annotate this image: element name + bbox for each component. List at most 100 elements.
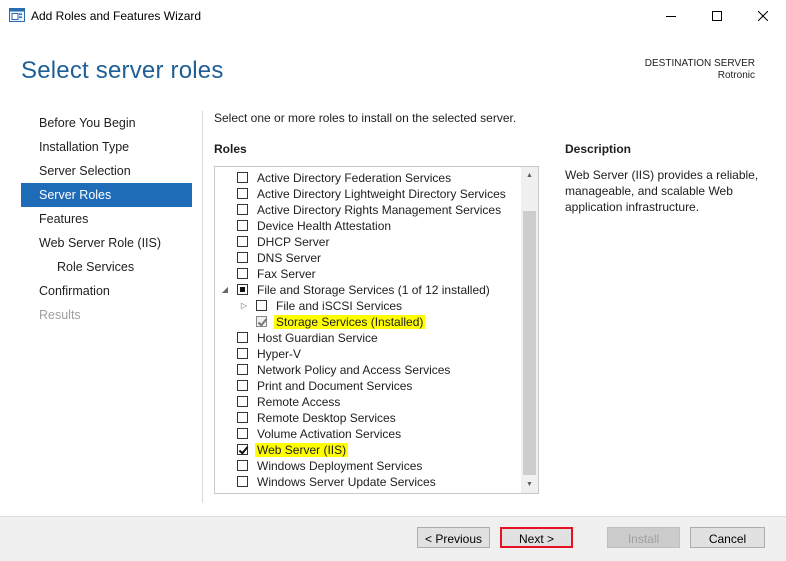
- role-checkbox[interactable]: [237, 172, 248, 183]
- nav-item-web-server-role-iis[interactable]: Web Server Role (IIS): [21, 231, 192, 255]
- role-row[interactable]: Active Directory Lightweight Directory S…: [215, 186, 521, 202]
- role-label-wrap: File and Storage Services (1 of 12 insta…: [257, 282, 490, 298]
- role-label-wrap: Active Directory Lightweight Directory S…: [257, 186, 506, 202]
- nav-item-role-services[interactable]: Role Services: [21, 255, 192, 279]
- nav-item-server-roles[interactable]: Server Roles: [21, 183, 192, 207]
- destination-label: DESTINATION SERVER: [644, 58, 755, 69]
- role-row[interactable]: Web Server (IIS): [215, 442, 521, 458]
- role-label: Network Policy and Access Services: [257, 363, 451, 377]
- role-checkbox[interactable]: [237, 332, 248, 343]
- wizard-nav: Before You Begin Installation Type Server …: [21, 111, 192, 327]
- triangle-up-icon: ▲: [526, 172, 533, 179]
- nav-item-results: Results: [39, 308, 81, 322]
- role-checkbox[interactable]: [237, 204, 248, 215]
- role-checkbox[interactable]: [237, 380, 248, 391]
- destination-server-name: Rotronic: [717, 70, 755, 81]
- role-label-wrap: Network Policy and Access Services: [257, 362, 450, 378]
- role-label-wrap: Remote Access: [257, 394, 340, 410]
- role-row[interactable]: Windows Server Update Services: [215, 474, 521, 490]
- role-label-wrap: File and iSCSI Services: [276, 298, 402, 314]
- role-checkbox[interactable]: [237, 364, 248, 375]
- maximize-button[interactable]: [694, 0, 740, 31]
- collapsed-triangle-icon[interactable]: ▷: [239, 298, 249, 314]
- role-row[interactable]: Fax Server: [215, 266, 521, 282]
- role-checkbox[interactable]: [256, 300, 267, 311]
- role-checkbox[interactable]: [237, 444, 248, 455]
- role-checkbox[interactable]: [237, 476, 248, 487]
- role-row[interactable]: Remote Desktop Services: [215, 410, 521, 426]
- nav-item-server-selection[interactable]: Server Selection: [21, 159, 192, 183]
- role-label-wrap: Fax Server: [257, 266, 316, 282]
- role-checkbox[interactable]: [237, 396, 248, 407]
- role-checkbox: [256, 316, 267, 327]
- role-row[interactable]: DNS Server: [215, 250, 521, 266]
- roles-tree: Active Directory Federation Services Acti…: [215, 170, 521, 490]
- role-checkbox[interactable]: [237, 188, 248, 199]
- role-label: Windows Server Update Services: [257, 475, 436, 489]
- server-manager-icon: [9, 8, 25, 22]
- role-checkbox[interactable]: [237, 268, 248, 279]
- role-row[interactable]: Windows Deployment Services: [215, 458, 521, 474]
- role-row[interactable]: Storage Services (Installed): [215, 314, 521, 330]
- role-checkbox[interactable]: [237, 220, 248, 231]
- role-label: Remote Access: [257, 395, 341, 409]
- scroll-down-button[interactable]: ▼: [521, 476, 538, 493]
- nav-item-confirmation[interactable]: Confirmation: [21, 279, 192, 303]
- role-row[interactable]: Device Health Attestation: [215, 218, 521, 234]
- role-row[interactable]: Hyper-V: [215, 346, 521, 362]
- nav-item-features[interactable]: Features: [21, 207, 192, 231]
- role-label-wrap: Device Health Attestation: [257, 218, 391, 234]
- scroll-up-button[interactable]: ▲: [521, 167, 538, 184]
- role-label: Print and Document Services: [257, 379, 413, 393]
- role-row[interactable]: Active Directory Rights Management Servi…: [215, 202, 521, 218]
- role-row[interactable]: Host Guardian Service: [215, 330, 521, 346]
- role-checkbox[interactable]: [237, 460, 248, 471]
- role-checkbox[interactable]: [237, 348, 248, 359]
- role-label-wrap: Active Directory Federation Services: [257, 170, 451, 186]
- role-label: Remote Desktop Services: [257, 411, 396, 425]
- role-checkbox[interactable]: [237, 428, 248, 439]
- role-label: DHCP Server: [257, 235, 330, 249]
- role-row[interactable]: Network Policy and Access Services: [215, 362, 521, 378]
- title-bar: Add Roles and Features Wizard: [0, 0, 786, 31]
- close-icon: [758, 10, 768, 21]
- role-label: Fax Server: [257, 267, 316, 281]
- minimize-button[interactable]: [648, 0, 694, 31]
- window-title: Add Roles and Features Wizard: [31, 9, 202, 23]
- cancel-button[interactable]: Cancel: [690, 527, 765, 548]
- close-button[interactable]: [740, 0, 786, 31]
- role-row[interactable]: Volume Activation Services: [215, 426, 521, 442]
- roles-scrollbar[interactable]: ▲ ▼: [521, 167, 538, 493]
- role-label: Hyper-V: [257, 347, 302, 361]
- role-row[interactable]: Remote Access: [215, 394, 521, 410]
- scroll-thumb[interactable]: [523, 211, 536, 475]
- role-label-wrap: Windows Server Update Services: [257, 474, 436, 490]
- role-label-wrap: Hyper-V: [257, 346, 301, 362]
- role-checkbox[interactable]: [237, 412, 248, 423]
- next-button[interactable]: Next >: [500, 527, 573, 548]
- role-label-wrap: Host Guardian Service: [257, 330, 378, 346]
- maximize-icon: [712, 10, 722, 21]
- instruction-text: Select one or more roles to install on t…: [214, 111, 517, 125]
- role-row[interactable]: ▷ File and iSCSI Services: [215, 298, 521, 314]
- role-checkbox[interactable]: [237, 236, 248, 247]
- nav-divider: [202, 111, 203, 503]
- role-row[interactable]: Print and Document Services: [215, 378, 521, 394]
- role-label-wrap: Web Server (IIS): [255, 442, 349, 458]
- nav-item-before-you-begin[interactable]: Before You Begin: [21, 111, 192, 135]
- expanded-triangle-icon[interactable]: ◢: [220, 282, 230, 298]
- install-button: Install: [607, 527, 680, 548]
- description-heading: Description: [565, 142, 632, 156]
- role-checkbox[interactable]: [237, 284, 248, 295]
- role-row[interactable]: Active Directory Federation Services: [215, 170, 521, 186]
- roles-heading: Roles: [214, 142, 247, 156]
- role-row[interactable]: DHCP Server: [215, 234, 521, 250]
- role-row[interactable]: ◢ File and Storage Services (1 of 12 inst…: [215, 282, 521, 298]
- role-label: Volume Activation Services: [257, 427, 402, 441]
- roles-list[interactable]: Active Directory Federation Services Acti…: [214, 166, 539, 494]
- role-checkbox[interactable]: [237, 252, 248, 263]
- nav-item-installation-type[interactable]: Installation Type: [21, 135, 192, 159]
- role-label-wrap: Volume Activation Services: [257, 426, 401, 442]
- previous-button[interactable]: < Previous: [417, 527, 490, 548]
- destination-server: DESTINATION SERVER Rotronic: [645, 58, 755, 82]
